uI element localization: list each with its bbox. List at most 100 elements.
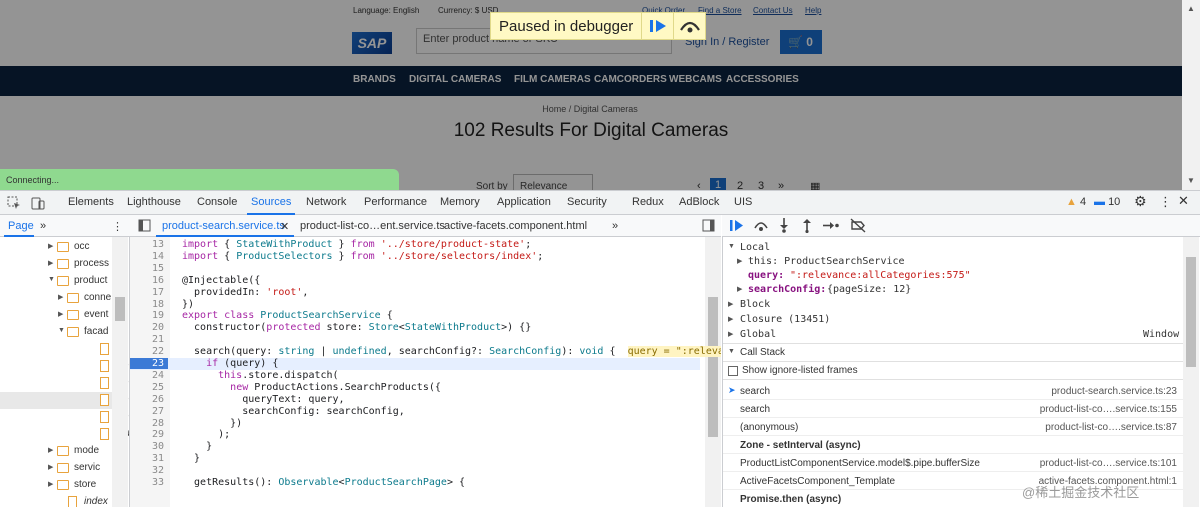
debugger-scrollbar[interactable]	[1183, 237, 1199, 507]
frame-location[interactable]: product-list-co….service.ts:87	[1045, 422, 1177, 433]
code-line[interactable]: 33 getResults(): Observable<ProductSearc…	[130, 477, 700, 489]
editor-scroll-thumb[interactable]	[708, 297, 718, 437]
line-number[interactable]: 21	[130, 334, 164, 345]
tree-item[interactable]: ▶ mode	[0, 443, 112, 460]
navigator-menu-icon[interactable]: ⋮	[112, 220, 123, 233]
editor-scrollbar[interactable]	[705, 237, 721, 507]
code-line[interactable]: 25 new ProductActions.SearchProducts({	[130, 382, 700, 394]
tree-item[interactable]: pro	[0, 375, 128, 392]
call-frame[interactable]: ProductListComponentService.model$.pipe.…	[723, 454, 1183, 472]
more-options-icon[interactable]: ⋮	[1159, 194, 1172, 210]
scope-closure-row[interactable]: ▶ Closure (13451)	[723, 313, 1183, 328]
tree-item[interactable]: ▶ occ	[0, 239, 112, 256]
code-line[interactable]: 27 searchConfig: searchConfig,	[130, 406, 700, 418]
line-number[interactable]: 29	[130, 429, 164, 440]
collapsed-triangle-icon[interactable]: ▶	[48, 446, 53, 454]
code-editor[interactable]: 13 import { StateWithProduct } from '../s…	[130, 237, 721, 507]
scroll-down-icon[interactable]: ▼	[1182, 176, 1200, 185]
step-into-icon[interactable]	[778, 218, 790, 233]
file-tab-product-search-service[interactable]: product-search.service.ts	[162, 220, 285, 232]
tree-item[interactable]: ▶ servic	[0, 460, 112, 477]
toggle-debugger-sidebar-icon[interactable]	[702, 219, 715, 232]
frame-location[interactable]: product-list-co….service.ts:101	[1040, 458, 1177, 469]
frame-location[interactable]: product-search.service.ts:23	[1051, 386, 1177, 397]
call-frame[interactable]: ➤ search product-search.service.ts:23	[723, 382, 1183, 400]
tree-item[interactable]: ▼ facad	[0, 324, 112, 341]
tab-console[interactable]: Console	[197, 196, 237, 208]
debugger-scroll-thumb[interactable]	[1186, 257, 1196, 367]
show-ignore-listed-checkbox[interactable]	[728, 366, 738, 376]
tab-application[interactable]: Application	[497, 196, 551, 208]
tab-memory[interactable]: Memory	[440, 196, 480, 208]
toggle-navigator-icon[interactable]	[138, 219, 151, 232]
tab-network[interactable]: Network	[306, 196, 346, 208]
collapsed-triangle-icon[interactable]: ▶	[58, 310, 63, 318]
step-icon[interactable]	[823, 219, 839, 232]
call-frame[interactable]: search product-list-co….service.ts:155	[723, 400, 1183, 418]
file-tab-product-list-service[interactable]: product-list-co…ent.service.ts	[300, 220, 445, 232]
tree-item[interactable]: pro	[0, 409, 128, 426]
code-line[interactable]: 21	[130, 334, 700, 346]
scope-local-header[interactable]: ▼ Local	[723, 241, 1183, 256]
tab-elements[interactable]: Elements	[68, 196, 114, 208]
settings-gear-icon[interactable]: ⚙	[1134, 193, 1147, 210]
resume-execution-icon[interactable]	[730, 219, 744, 232]
line-number[interactable]: 23	[130, 358, 168, 369]
code-line[interactable]: 32	[130, 465, 700, 477]
device-toolbar-icon[interactable]	[30, 195, 46, 211]
line-number[interactable]: 27	[130, 406, 164, 417]
code-line[interactable]: 20 constructor(protected store: Store<St…	[130, 322, 700, 334]
tree-item[interactable]: ▶ conne	[0, 290, 112, 307]
tree-item[interactable]: ind	[0, 341, 127, 358]
line-number[interactable]: 25	[130, 382, 164, 393]
collapsed-triangle-icon[interactable]: ▶	[48, 480, 53, 488]
scope-block-row[interactable]: ▶ Block	[723, 298, 1183, 313]
tree-item[interactable]: ▼ product	[0, 273, 112, 290]
line-number[interactable]: 13	[130, 239, 164, 250]
show-ignore-listed-row[interactable]: Show ignore-listed frames	[723, 364, 1183, 379]
line-number[interactable]: 19	[130, 310, 164, 321]
line-number[interactable]: 15	[130, 263, 164, 274]
current-execution-line[interactable]: 23 if (query) {	[130, 358, 700, 370]
messages-badge[interactable]: ▬ 10	[1094, 196, 1120, 208]
navigator-more-tabs-icon[interactable]: »	[40, 220, 46, 232]
scope-global-row[interactable]: ▶ Global Window	[723, 328, 1183, 343]
scope-query-row[interactable]: query: ":relevance:allCategories:575"	[723, 269, 1183, 284]
frame-location[interactable]: product-list-co….service.ts:155	[1040, 404, 1177, 415]
line-number[interactable]: 32	[130, 465, 164, 476]
code-line[interactable]: 17 providedIn: 'root',	[130, 287, 700, 299]
file-tab-active-facets-html[interactable]: active-facets.component.html	[444, 220, 587, 232]
line-number[interactable]: 16	[130, 275, 164, 286]
line-number[interactable]: 33	[130, 477, 164, 488]
call-frame[interactable]: (anonymous) product-list-co….service.ts:8…	[723, 418, 1183, 436]
page-scrollbar[interactable]: ▲ ▼	[1182, 0, 1200, 192]
close-devtools-icon[interactable]: ✕	[1178, 193, 1189, 209]
tab-security[interactable]: Security	[567, 196, 607, 208]
tree-item[interactable]: ▶ event	[0, 307, 112, 324]
tab-sources[interactable]: Sources	[251, 196, 291, 208]
tab-redux[interactable]: Redux	[632, 196, 664, 208]
warnings-badge[interactable]: ▲ 4	[1066, 196, 1086, 208]
line-number[interactable]: 24	[130, 370, 164, 381]
expanded-triangle-icon[interactable]: ▼	[58, 327, 65, 334]
tree-item[interactable]: pro	[0, 392, 128, 409]
code-line[interactable]: 29 );	[130, 429, 700, 441]
tab-performance[interactable]: Performance	[364, 196, 427, 208]
collapsed-triangle-icon[interactable]: ▶	[48, 259, 53, 267]
tree-item[interactable]: sea	[0, 426, 129, 443]
resume-button[interactable]	[641, 12, 673, 40]
line-number[interactable]: 22	[130, 346, 164, 357]
step-out-icon[interactable]	[801, 218, 813, 233]
line-number[interactable]: 18	[130, 299, 164, 310]
code-line[interactable]: 30 }	[130, 441, 700, 453]
expanded-triangle-icon[interactable]: ▼	[48, 276, 55, 283]
code-line[interactable]: 15	[130, 263, 700, 275]
code-line[interactable]: 14 import { ProductSelectors } from '../s…	[130, 251, 700, 263]
collapsed-triangle-icon[interactable]: ▶	[58, 293, 63, 301]
navigator-scrollbar[interactable]	[112, 237, 128, 507]
step-over-button[interactable]	[673, 12, 705, 40]
code-line[interactable]: 13 import { StateWithProduct } from '../s…	[130, 239, 700, 251]
line-number[interactable]: 31	[130, 453, 164, 464]
step-over-next-call-icon[interactable]	[754, 219, 768, 232]
tab-uis[interactable]: UIS	[734, 196, 752, 208]
